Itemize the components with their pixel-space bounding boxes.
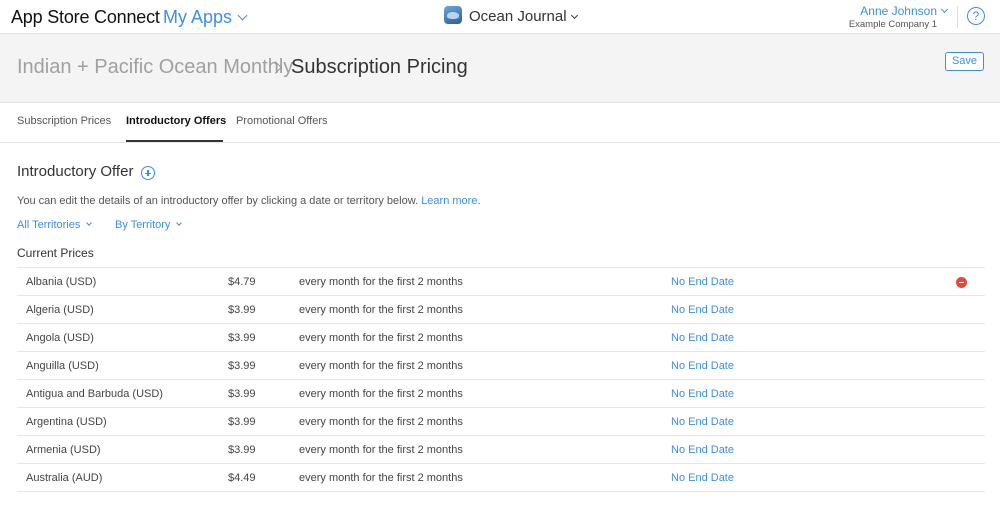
territories-filter-label: All Territories — [17, 219, 81, 231]
duration-cell: every month for the first 2 months — [299, 304, 463, 316]
section-description: You can edit the details of an introduct… — [17, 195, 481, 207]
price-cell: $3.99 — [228, 416, 256, 428]
duration-cell: every month for the first 2 months — [299, 332, 463, 344]
end-date-link[interactable]: No End Date — [671, 276, 734, 288]
table-row[interactable]: Argentina (USD) $3.99 every month for th… — [17, 408, 985, 436]
page-header: Indian + Pacific Ocean Monthly Subscript… — [0, 34, 1000, 103]
my-apps-menu[interactable]: My Apps — [163, 7, 248, 28]
learn-more-link[interactable]: Learn more — [421, 195, 477, 207]
price-cell: $3.99 — [228, 388, 256, 400]
breadcrumb-parent[interactable]: Indian + Pacific Ocean Monthly — [17, 56, 293, 79]
divider — [957, 6, 958, 28]
add-icon[interactable] — [141, 166, 155, 180]
help-icon[interactable]: ? — [967, 7, 985, 25]
table-row[interactable]: Australia (AUD) $4.49 every month for th… — [17, 464, 985, 492]
territory-cell[interactable]: Albania (USD) — [26, 276, 96, 288]
current-prices-label: Current Prices — [17, 246, 94, 260]
table-row[interactable]: Anguilla (USD) $3.99 every month for the… — [17, 352, 985, 380]
app-switcher[interactable]: Ocean Journal — [469, 8, 578, 25]
territory-cell[interactable]: Anguilla (USD) — [26, 360, 99, 372]
chevron-down-icon — [570, 11, 578, 20]
end-date-link[interactable]: No End Date — [671, 360, 734, 372]
top-bar: App Store Connect My Apps Ocean Journal … — [0, 0, 1000, 34]
my-apps-label: My Apps — [163, 7, 233, 27]
remove-icon[interactable] — [956, 277, 967, 288]
duration-cell: every month for the first 2 months — [299, 360, 463, 372]
duration-cell: every month for the first 2 months — [299, 388, 463, 400]
chevron-down-icon — [940, 5, 949, 14]
chevron-down-icon — [86, 220, 93, 226]
territory-cell[interactable]: Argentina (USD) — [26, 416, 107, 428]
description-text: You can edit the details of an introduct… — [17, 195, 419, 207]
territory-cell[interactable]: Australia (AUD) — [26, 472, 102, 484]
chevron-down-icon — [237, 10, 248, 21]
company-name: Example Company 1 — [848, 19, 937, 30]
tab-bar: Subscription Prices Introductory Offers … — [0, 103, 1000, 143]
table-row[interactable]: Angola (USD) $3.99 every month for the f… — [17, 324, 985, 352]
price-cell: $4.49 — [228, 472, 256, 484]
duration-cell: every month for the first 2 months — [299, 416, 463, 428]
table-row[interactable]: Algeria (USD) $3.99 every month for the … — [17, 296, 985, 324]
territories-filter[interactable]: All Territories — [17, 219, 93, 231]
view-filter-label: By Territory — [115, 219, 171, 231]
end-date-link[interactable]: No End Date — [671, 388, 734, 400]
price-cell: $3.99 — [228, 444, 256, 456]
section-title: Introductory Offer — [17, 163, 134, 180]
territory-cell[interactable]: Angola (USD) — [26, 332, 94, 344]
user-name: Anne Johnson — [860, 4, 937, 18]
active-tab-indicator — [126, 140, 223, 142]
price-cell: $3.99 — [228, 360, 256, 372]
save-button[interactable]: Save — [945, 52, 984, 71]
price-cell: $3.99 — [228, 332, 256, 344]
app-icon — [444, 6, 462, 24]
territory-cell[interactable]: Armenia (USD) — [26, 444, 101, 456]
table-row[interactable]: Armenia (USD) $3.99 every month for the … — [17, 436, 985, 464]
tab-subscription-prices[interactable]: Subscription Prices — [17, 115, 111, 127]
description-end: . — [477, 195, 481, 207]
account-menu[interactable]: Anne Johnson Example Company 1 — [848, 4, 949, 30]
app-name: Ocean Journal — [469, 8, 567, 25]
table-row[interactable]: Antigua and Barbuda (USD) $3.99 every mo… — [17, 380, 985, 408]
view-filter[interactable]: By Territory — [115, 219, 183, 231]
territory-cell[interactable]: Antigua and Barbuda (USD) — [26, 388, 163, 400]
user-name-row: Anne Johnson — [849, 4, 949, 18]
territory-cell[interactable]: Algeria (USD) — [26, 304, 94, 316]
table-row[interactable]: Albania (USD) $4.79 every month for the … — [17, 268, 985, 296]
chevron-down-icon — [176, 220, 183, 226]
end-date-link[interactable]: No End Date — [671, 304, 734, 316]
tab-promotional-offers[interactable]: Promotional Offers — [236, 115, 328, 127]
brand-title[interactable]: App Store Connect — [11, 7, 160, 28]
page-title: Subscription Pricing — [291, 56, 468, 78]
prices-table: Albania (USD) $4.79 every month for the … — [17, 267, 985, 492]
duration-cell: every month for the first 2 months — [299, 444, 463, 456]
price-cell: $3.99 — [228, 304, 256, 316]
end-date-link[interactable]: No End Date — [671, 416, 734, 428]
end-date-link[interactable]: No End Date — [671, 332, 734, 344]
tab-introductory-offers[interactable]: Introductory Offers — [126, 115, 226, 127]
duration-cell: every month for the first 2 months — [299, 276, 463, 288]
price-cell: $4.79 — [228, 276, 256, 288]
duration-cell: every month for the first 2 months — [299, 472, 463, 484]
end-date-link[interactable]: No End Date — [671, 472, 734, 484]
end-date-link[interactable]: No End Date — [671, 444, 734, 456]
